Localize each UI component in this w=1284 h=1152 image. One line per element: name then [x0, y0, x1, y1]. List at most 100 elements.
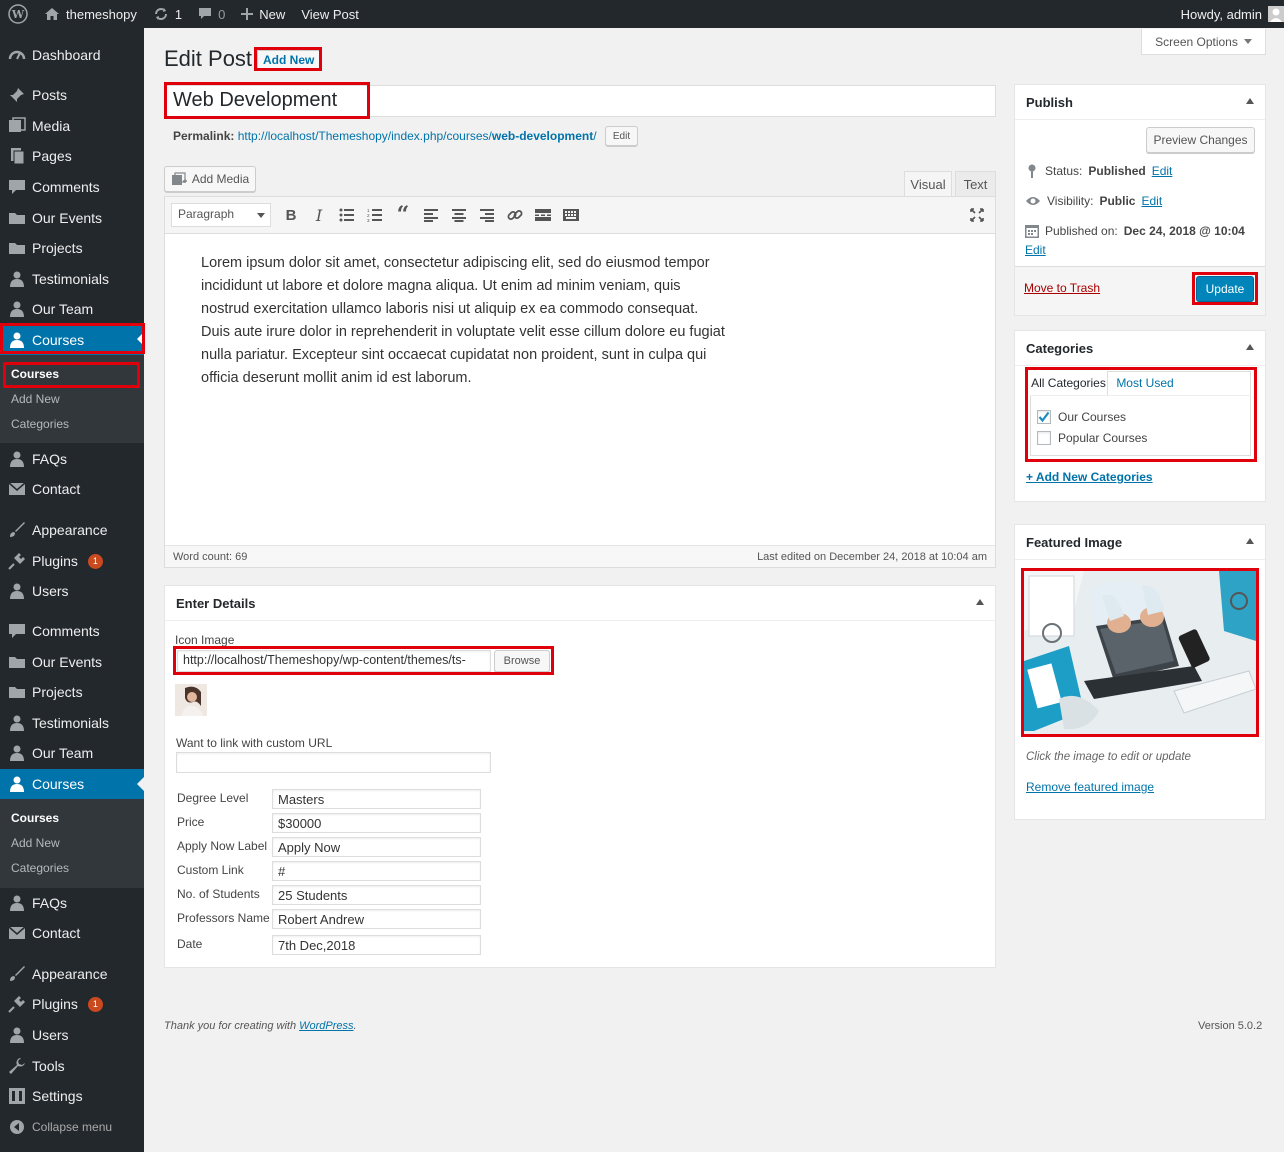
menu-our-events[interactable]: Our Events — [0, 203, 144, 233]
category-checkbox[interactable] — [1037, 410, 1051, 424]
collapse-toggle-icon[interactable] — [976, 599, 984, 605]
detail-input[interactable]: $30000 — [272, 813, 481, 833]
menu-contact-2[interactable]: Contact — [0, 918, 144, 948]
add-new-category-link[interactable]: + Add New Categories — [1026, 470, 1153, 484]
detail-input[interactable]: Robert Andrew — [272, 909, 481, 929]
fullscreen-icon[interactable] — [963, 201, 991, 229]
category-checkbox[interactable] — [1037, 431, 1051, 445]
menu-courses-2[interactable]: Courses — [0, 769, 144, 799]
custom-url-input[interactable] — [176, 752, 491, 773]
menu-contact[interactable]: Contact — [0, 474, 144, 504]
submenu-courses[interactable]: Courses — [11, 367, 59, 381]
menu-comments-2[interactable]: Comments — [0, 616, 144, 646]
menu-dashboard[interactable]: Dashboard — [0, 40, 144, 70]
numbered-list-icon[interactable]: 123 — [361, 201, 389, 229]
menu-testimonials[interactable]: Testimonials — [0, 264, 144, 294]
menu-testimonials-2[interactable]: Testimonials — [0, 708, 144, 738]
menu-media[interactable]: Media — [0, 111, 144, 141]
permalink: Permalink: http://localhost/Themeshopy/i… — [173, 129, 597, 143]
featured-image[interactable] — [1024, 571, 1256, 734]
collapse-menu-button[interactable]: Collapse menu — [0, 1112, 144, 1142]
wp-logo-icon[interactable]: W — [0, 0, 36, 28]
featured-image-header[interactable]: Featured Image — [1015, 525, 1265, 560]
detail-input[interactable]: # — [272, 861, 481, 881]
menu-appearance[interactable]: Appearance — [0, 515, 144, 545]
collapse-toggle-icon[interactable] — [1246, 344, 1254, 350]
tab-text[interactable]: Text — [955, 171, 996, 197]
menu-appearance-2[interactable]: Appearance — [0, 959, 144, 989]
menu-our-team-2[interactable]: Our Team — [0, 738, 144, 768]
menu-faqs-2[interactable]: FAQs — [0, 888, 144, 918]
menu-users[interactable]: Users — [0, 576, 144, 606]
menu-plugins[interactable]: Plugins 1 — [0, 546, 144, 576]
menu-our-team[interactable]: Our Team — [0, 294, 144, 324]
align-left-icon[interactable] — [417, 201, 445, 229]
preview-changes-button[interactable]: Preview Changes — [1146, 127, 1255, 153]
published-edit-link[interactable]: Edit — [1025, 243, 1046, 257]
bold-icon[interactable]: B — [277, 201, 305, 229]
browse-button[interactable]: Browse — [494, 650, 550, 672]
site-name-link[interactable]: themeshopy — [36, 0, 145, 28]
caret-down-icon — [1243, 39, 1252, 44]
visibility-edit-link[interactable]: Edit — [1141, 194, 1162, 208]
icon-image-input[interactable]: http://localhost/Themeshopy/wp-content/t… — [177, 650, 491, 672]
menu-pages[interactable]: Pages — [0, 141, 144, 171]
detail-input[interactable]: 7th Dec,2018 — [272, 935, 481, 955]
menu-courses[interactable]: Courses — [0, 325, 144, 355]
menu-plugins-2[interactable]: Plugins 1 — [0, 989, 144, 1019]
toolbar-toggle-icon[interactable] — [557, 201, 585, 229]
tab-all-categories[interactable]: All Categories — [1030, 371, 1108, 395]
screen-options-button[interactable]: Screen Options — [1141, 29, 1266, 55]
publish-header[interactable]: Publish — [1015, 85, 1265, 120]
menu-projects[interactable]: Projects — [0, 233, 144, 263]
post-title-input[interactable]: Web Development — [164, 85, 996, 117]
submenu-categories[interactable]: Categories — [11, 417, 69, 431]
menu-comments[interactable]: Comments — [0, 172, 144, 202]
updates-link[interactable]: 1 — [145, 0, 190, 28]
move-to-trash-link[interactable]: Move to Trash — [1024, 281, 1100, 295]
detail-input[interactable]: Apply Now — [272, 837, 481, 857]
menu-faqs[interactable]: FAQs — [0, 444, 144, 474]
new-content-link[interactable]: New — [233, 0, 293, 28]
categories-header[interactable]: Categories — [1015, 331, 1265, 366]
collapse-toggle-icon[interactable] — [1246, 98, 1254, 104]
submenu-categories-2[interactable]: Categories — [11, 861, 69, 875]
account-menu[interactable]: Howdy, admin — [1173, 0, 1284, 28]
format-select[interactable]: Paragraph — [171, 203, 271, 227]
update-button[interactable]: Update — [1196, 276, 1254, 302]
comments-link[interactable]: 0 — [190, 0, 233, 28]
tab-visual[interactable]: Visual — [904, 171, 952, 197]
menu-tools[interactable]: Tools — [0, 1051, 144, 1081]
italic-icon[interactable]: I — [305, 201, 333, 229]
detail-input[interactable]: 25 Students — [272, 885, 481, 905]
details-header[interactable]: Enter Details — [165, 586, 995, 621]
add-media-button[interactable]: Add Media — [164, 166, 256, 192]
tab-most-used[interactable]: Most Used — [1110, 371, 1180, 395]
permalink-link[interactable]: http://localhost/Themeshopy/index.php/co… — [238, 129, 597, 143]
link-icon[interactable] — [501, 201, 529, 229]
blockquote-icon[interactable]: “ — [389, 201, 417, 229]
category-item[interactable]: Our Courses — [1037, 410, 1126, 424]
submenu-courses-2[interactable]: Courses — [11, 811, 59, 825]
menu-projects-2[interactable]: Projects — [0, 677, 144, 707]
submenu-add-new-2[interactable]: Add New — [11, 836, 60, 850]
editor-content[interactable]: Lorem ipsum dolor sit amet, consectetur … — [201, 252, 731, 390]
menu-posts[interactable]: Posts — [0, 80, 144, 110]
category-item[interactable]: Popular Courses — [1037, 431, 1147, 445]
status-edit-link[interactable]: Edit — [1152, 164, 1173, 178]
collapse-toggle-icon[interactable] — [1246, 538, 1254, 544]
read-more-icon[interactable] — [529, 201, 557, 229]
submenu-add-new[interactable]: Add New — [11, 392, 60, 406]
add-new-button[interactable]: Add New — [257, 50, 321, 70]
menu-our-events-2[interactable]: Our Events — [0, 647, 144, 677]
view-post-link[interactable]: View Post — [293, 0, 367, 28]
menu-users-2[interactable]: Users — [0, 1020, 144, 1050]
menu-settings[interactable]: Settings — [0, 1081, 144, 1111]
remove-featured-image-link[interactable]: Remove featured image — [1026, 780, 1154, 794]
align-center-icon[interactable] — [445, 201, 473, 229]
align-right-icon[interactable] — [473, 201, 501, 229]
permalink-edit-button[interactable]: Edit — [605, 126, 638, 146]
detail-input[interactable]: Masters — [272, 789, 481, 809]
wordpress-link[interactable]: WordPress — [299, 1020, 353, 1032]
bullet-list-icon[interactable] — [333, 201, 361, 229]
